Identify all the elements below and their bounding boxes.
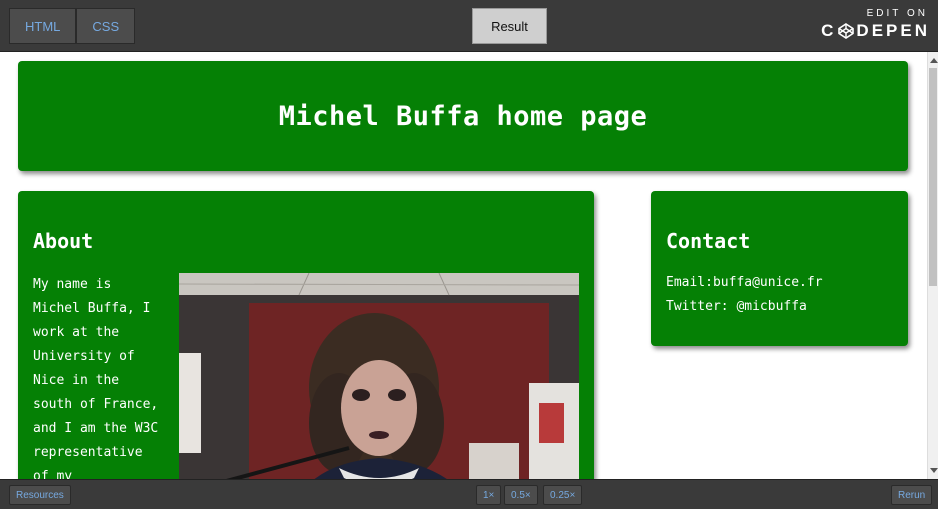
tab-result[interactable]: Result: [472, 8, 547, 44]
about-line: of my: [33, 469, 73, 479]
zoom-1x-button[interactable]: 1×: [476, 485, 502, 505]
codepen-logo-depen: DEPEN: [856, 21, 930, 40]
about-line: My name is: [33, 277, 112, 292]
frame-scrollbar[interactable]: [927, 52, 938, 479]
resources-button[interactable]: Resources: [9, 485, 71, 505]
profile-photo-image: [179, 273, 579, 479]
zoom-025x-button[interactable]: 0.25×: [543, 485, 583, 505]
about-text: My name is Michel Buffa, I work at the U…: [33, 273, 171, 479]
page-title: Michel Buffa home page: [278, 100, 648, 132]
scroll-down-arrow-icon[interactable]: [930, 468, 938, 473]
profile-photo: [179, 273, 579, 479]
about-line: representative: [33, 445, 143, 460]
contact-heading: Contact: [666, 229, 751, 253]
edit-on-codepen-link[interactable]: EDIT ON C DEPEN: [821, 8, 930, 41]
edit-on-label: EDIT ON: [866, 8, 928, 19]
about-section: About My name is Michel Buffa, I work at…: [18, 191, 594, 479]
about-line: south of France,: [33, 397, 159, 412]
codepen-logo: C DEPEN: [821, 21, 930, 41]
about-line: University of: [33, 349, 135, 364]
contact-section: Contact Email:buffa@unice.fr Twitter: @m…: [651, 191, 908, 346]
editor-tabs: HTML CSS: [9, 8, 136, 44]
page-header: Michel Buffa home page: [18, 61, 908, 171]
codepen-logo-c: C: [821, 21, 837, 40]
contact-details: Email:buffa@unice.fr Twitter: @micbuffa: [666, 271, 893, 319]
tab-css[interactable]: CSS: [76, 8, 136, 44]
rerun-button[interactable]: Rerun: [891, 485, 933, 505]
codepen-cube-icon: [838, 23, 855, 39]
about-heading: About: [33, 229, 94, 253]
about-line: work at the: [33, 325, 120, 340]
about-line: Michel Buffa, I: [33, 301, 151, 316]
contact-email: Email:buffa@unice.fr: [666, 275, 823, 290]
zoom-05x-button[interactable]: 0.5×: [504, 485, 538, 505]
bottom-toolbar: Resources 1× 0.5× 0.25× Rerun: [0, 479, 938, 509]
scroll-up-arrow-icon[interactable]: [930, 58, 938, 63]
contact-twitter: Twitter: @micbuffa: [666, 299, 807, 314]
scroll-thumb[interactable]: [929, 68, 937, 286]
tab-html[interactable]: HTML: [9, 8, 77, 44]
top-toolbar: HTML CSS Result EDIT ON C DEPEN: [0, 0, 938, 52]
about-line: and I am the W3C: [33, 421, 159, 436]
result-frame: Michel Buffa home page About My name is …: [0, 52, 927, 479]
about-line: Nice in the: [33, 373, 120, 388]
